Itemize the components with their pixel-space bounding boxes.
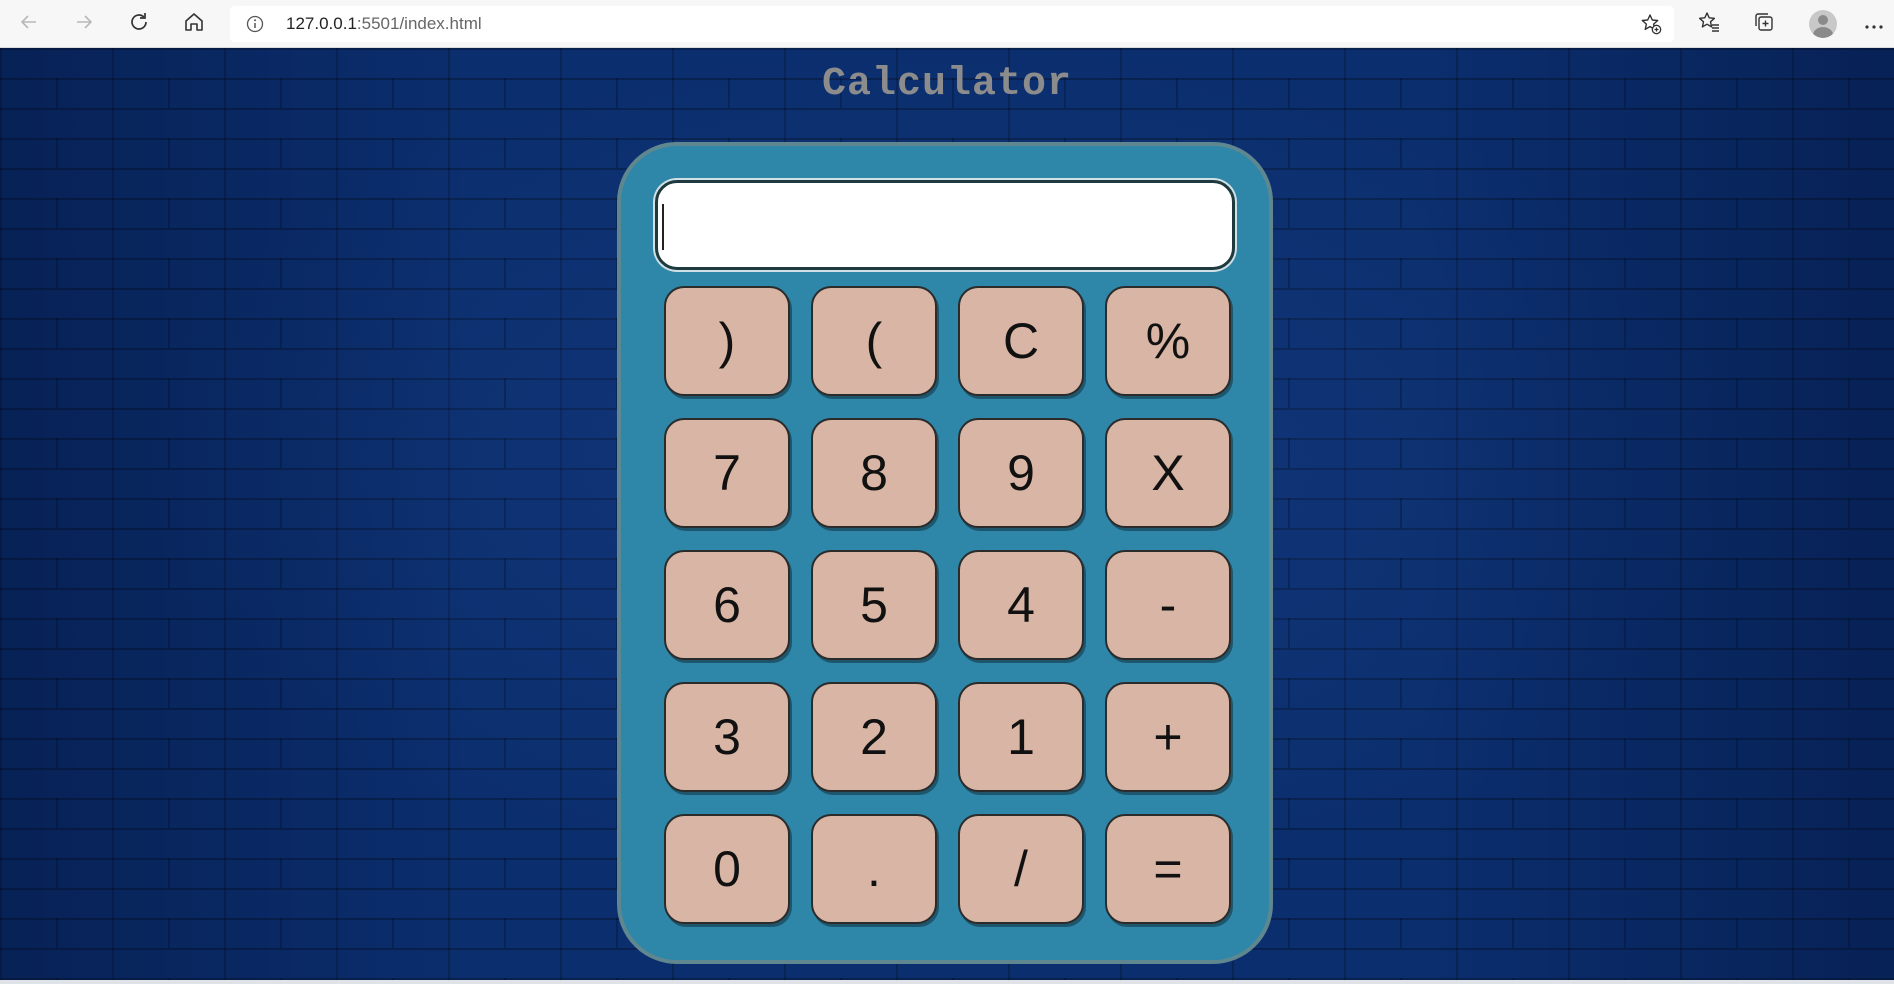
keypad: ) ( C % 7 8 9 X 6 5 4 - 3 2 1 + 0 . / = xyxy=(664,286,1232,924)
key-decimal[interactable]: . xyxy=(811,814,937,924)
key-0[interactable]: 0 xyxy=(664,814,790,924)
favorites-icon xyxy=(1698,11,1720,38)
back-button[interactable] xyxy=(12,8,46,40)
key-7[interactable]: 7 xyxy=(664,418,790,528)
arrow-left-icon xyxy=(19,12,39,37)
reload-button[interactable] xyxy=(122,8,156,40)
key-5[interactable]: 5 xyxy=(811,550,937,660)
key-4[interactable]: 4 xyxy=(958,550,1084,660)
key-6[interactable]: 6 xyxy=(664,550,790,660)
page-bottom-edge xyxy=(0,980,1894,984)
profile-icon[interactable] xyxy=(1809,10,1837,38)
key-3[interactable]: 3 xyxy=(664,682,790,792)
key-clear[interactable]: C xyxy=(958,286,1084,396)
key-9[interactable]: 9 xyxy=(958,418,1084,528)
key-8[interactable]: 8 xyxy=(811,418,937,528)
url-host: 127.0.0.1 xyxy=(286,14,357,33)
url-text[interactable]: 127.0.0.1:5501/index.html xyxy=(286,14,482,34)
key-equals[interactable]: = xyxy=(1105,814,1231,924)
calculator: ) ( C % 7 8 9 X 6 5 4 - 3 2 1 + 0 . / = xyxy=(617,142,1273,964)
reload-icon xyxy=(128,11,150,38)
browser-toolbar: 127.0.0.1:5501/index.html xyxy=(0,0,1894,48)
info-icon[interactable] xyxy=(246,15,264,33)
page-title: Calculator xyxy=(821,62,1073,107)
calculator-display[interactable] xyxy=(655,180,1235,270)
key-close-paren[interactable]: ) xyxy=(664,286,790,396)
star-plus-icon[interactable] xyxy=(1640,13,1662,35)
arrow-right-icon xyxy=(74,12,94,37)
more-button[interactable] xyxy=(1857,8,1891,40)
key-multiply[interactable]: X xyxy=(1105,418,1231,528)
forward-button[interactable] xyxy=(67,8,101,40)
key-divide[interactable]: / xyxy=(958,814,1084,924)
key-open-paren[interactable]: ( xyxy=(811,286,937,396)
key-subtract[interactable]: - xyxy=(1105,550,1231,660)
url-path: :5501/index.html xyxy=(356,14,482,33)
text-caret xyxy=(662,204,664,250)
key-2[interactable]: 2 xyxy=(811,682,937,792)
key-add[interactable]: + xyxy=(1105,682,1231,792)
key-percent[interactable]: % xyxy=(1105,286,1231,396)
collections-button[interactable] xyxy=(1747,8,1781,40)
address-bar[interactable]: 127.0.0.1:5501/index.html xyxy=(230,6,1674,42)
page-background: Calculator ) ( C % 7 8 9 X 6 5 4 - 3 2 1… xyxy=(0,48,1894,980)
more-icon xyxy=(1864,13,1884,36)
home-icon xyxy=(183,11,205,38)
favorites-button[interactable] xyxy=(1692,8,1726,40)
collections-icon xyxy=(1753,11,1775,38)
key-1[interactable]: 1 xyxy=(958,682,1084,792)
home-button[interactable] xyxy=(177,8,211,40)
